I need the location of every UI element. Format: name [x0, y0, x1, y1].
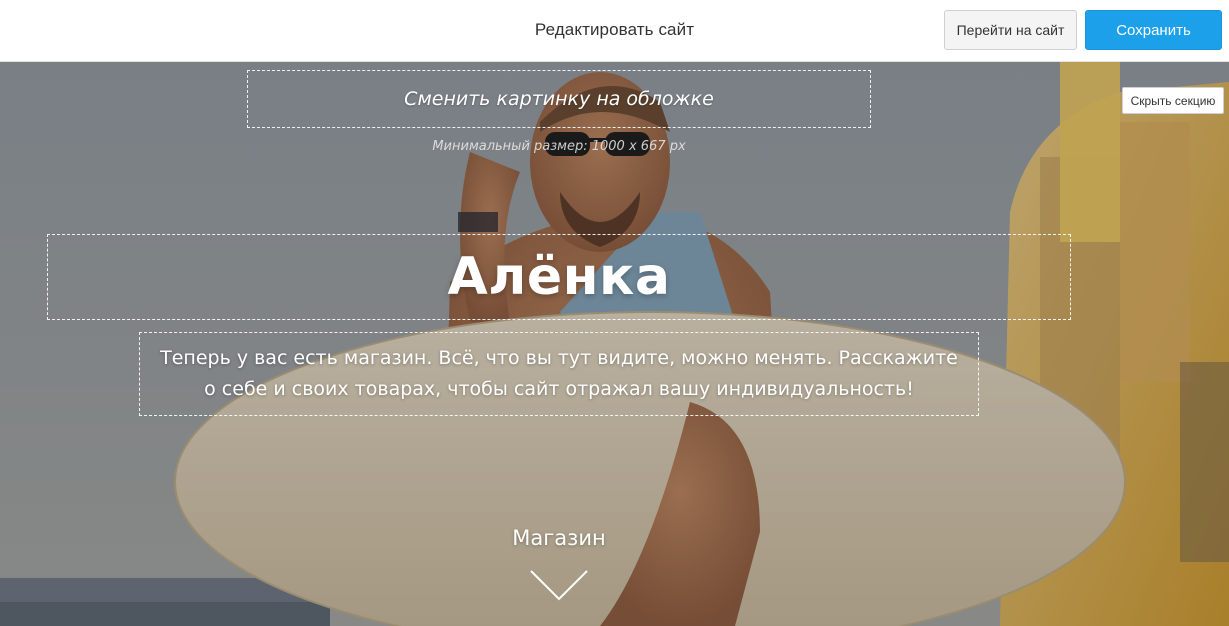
cover-size-hint: Минимальный размер: 1000 x 667 px — [432, 139, 686, 154]
site-description-editable[interactable]: Теперь у вас есть магазин. Всё, что вы т… — [139, 332, 979, 416]
site-title-editable[interactable]: Алёнка — [47, 234, 1071, 320]
change-cover-button[interactable]: Сменить картинку на обложке — [247, 70, 871, 128]
hide-section-button[interactable]: Скрыть секцию — [1122, 87, 1224, 114]
editor-topbar: Редактировать сайт Перейти на сайт Сохра… — [0, 0, 1229, 62]
shop-link[interactable]: Магазин — [459, 526, 659, 550]
chevron-down-icon[interactable] — [529, 568, 589, 602]
visit-site-button[interactable]: Перейти на сайт — [944, 10, 1077, 50]
site-description: Теперь у вас есть магазин. Всё, что вы т… — [160, 347, 958, 400]
save-button[interactable]: Сохранить — [1085, 10, 1222, 50]
site-title: Алёнка — [447, 247, 671, 307]
cover-section: Сменить картинку на обложке Минимальный … — [0, 62, 1229, 626]
